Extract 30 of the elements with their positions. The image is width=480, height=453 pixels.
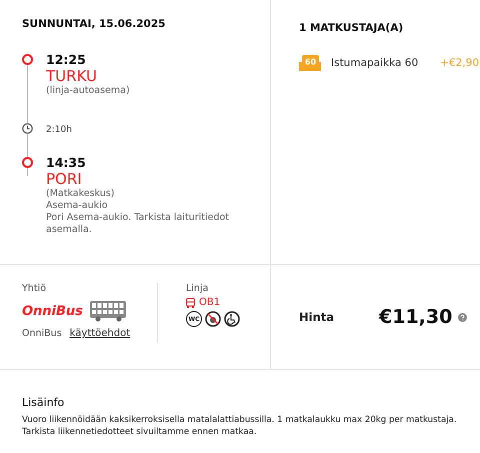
stop-marker xyxy=(22,157,33,168)
company-logo: OnniBus xyxy=(22,304,83,318)
terms-link[interactable]: käyttöehdot xyxy=(70,328,130,339)
info-heading: Lisäinfo xyxy=(22,396,66,409)
wheelchair-icon xyxy=(224,311,240,327)
price-amount: €11,30 xyxy=(379,306,452,328)
line-code: OB1 xyxy=(199,297,220,308)
stop-detail: Asema-aukio xyxy=(46,200,109,212)
departure-time: 12:25 xyxy=(46,52,87,67)
stop-detail: Pori Asema-aukio. Tarkista laituritiedot asemalla. xyxy=(46,212,230,236)
duration: 2:10h xyxy=(46,125,72,135)
bus-icon xyxy=(88,300,129,322)
city-name: PORI xyxy=(46,170,83,188)
clock-icon xyxy=(22,123,33,134)
company-label: Yhtiö xyxy=(22,283,48,294)
company-name: OnniBus xyxy=(22,328,62,339)
price-label: Hinta xyxy=(299,310,336,324)
seat-price: +€2,90 xyxy=(440,57,479,69)
line-label: Linja xyxy=(186,283,210,294)
city-name: TURKU xyxy=(46,67,98,85)
bus-icon xyxy=(186,298,195,308)
stop-detail: (linja-autoasema) xyxy=(46,85,131,97)
date-heading: SUNNUNTAI, 15.06.2025 xyxy=(22,18,166,30)
info-text: Vuoro liikennöidään kaksikerroksisella matalalattiabussilla. 1 matkalaukku max 20kg per matkustaja. Tarkista liikennetiedotteet sivuiltamme ennen matkaa. xyxy=(22,414,458,438)
help-icon[interactable] xyxy=(458,312,468,322)
departure-time: 14:35 xyxy=(46,155,87,170)
stop-marker xyxy=(22,54,33,65)
seat-label: Istumapaikka 60 xyxy=(331,57,418,69)
stop-detail: (Matkakeskus) xyxy=(46,188,116,200)
passengers-heading: 1 MATKUSTAJA(A) xyxy=(299,22,404,34)
